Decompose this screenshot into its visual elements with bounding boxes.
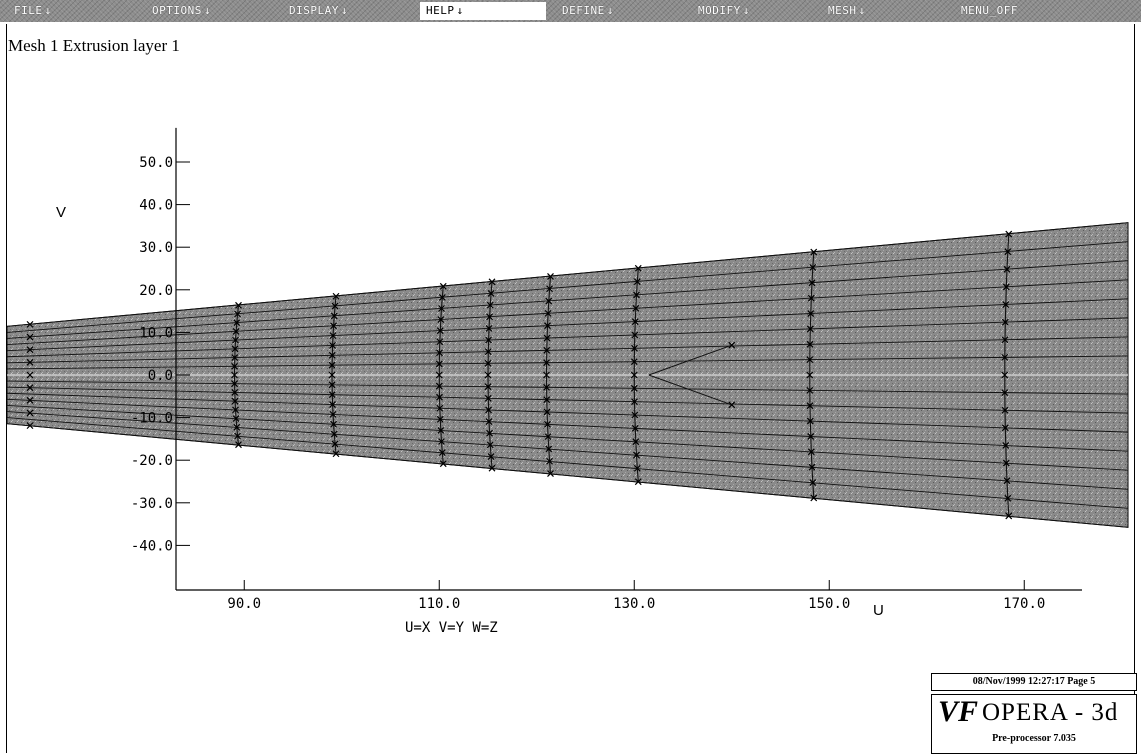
y-axis-title: V [56, 204, 66, 221]
y-tick-label: 20.0 [139, 283, 173, 299]
y-tick-label: -20.0 [131, 453, 173, 469]
y-tick-label: 40.0 [139, 198, 173, 214]
x-axis-title: U [873, 602, 884, 619]
x-tick-label: 170.0 [1003, 596, 1045, 612]
stamp-date: 08/Nov/1999 12:27:17 Page 5 [931, 673, 1137, 691]
y-tick-label: -30.0 [131, 496, 173, 512]
opera-stamp: 08/Nov/1999 12:27:17 Page 5 VF OPERA - 3… [931, 673, 1137, 754]
y-tick-label: -10.0 [131, 411, 173, 427]
x-tick-label: 150.0 [808, 596, 850, 612]
y-tick-label: 10.0 [139, 325, 173, 341]
y-tick-label: 50.0 [139, 155, 173, 171]
coordinate-system-label: U=X V=Y W=Z [405, 620, 498, 636]
product-version: Pre-processor 7.035 [931, 731, 1137, 754]
y-tick-label: -40.0 [131, 538, 173, 554]
vf-logo-icon: VF [938, 695, 979, 728]
y-tick-label: 0.0 [148, 368, 173, 384]
x-tick-label: 130.0 [613, 596, 655, 612]
mesh-plot[interactable]: 50.0 40.0 30.0 20.0 10.0 0.0 -10.0 -20.0 -30.0 -4… [0, 0, 1141, 753]
x-tick-label: 90.0 [227, 596, 261, 612]
product-name: OPERA - 3d [982, 699, 1119, 726]
x-tick-label: 110.0 [418, 596, 460, 612]
y-tick-label: 30.0 [139, 240, 173, 256]
opera-logo: VF OPERA - 3d [931, 694, 1137, 731]
